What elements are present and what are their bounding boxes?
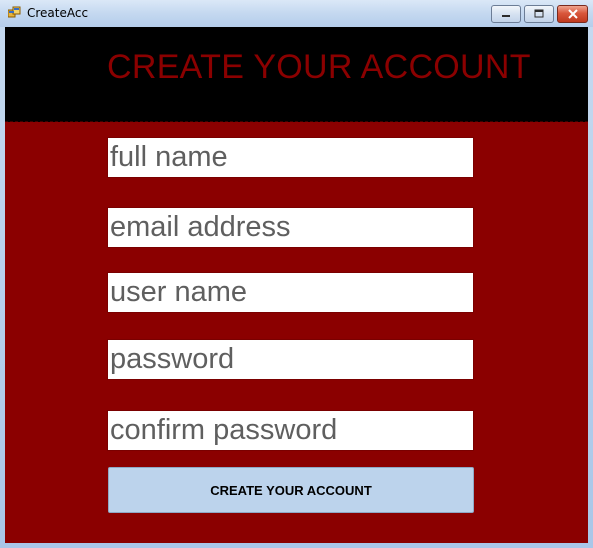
full-name-input[interactable] — [107, 137, 474, 178]
close-icon — [567, 9, 578, 19]
user-name-input[interactable] — [107, 272, 474, 313]
close-button[interactable] — [557, 5, 588, 23]
page-title: CREATE YOUR ACCOUNT — [107, 48, 531, 86]
window-bottom-border — [0, 543, 593, 548]
password-input[interactable] — [107, 339, 474, 380]
minimize-button[interactable] — [491, 5, 521, 23]
minimize-icon — [502, 15, 510, 17]
maximize-icon — [534, 9, 544, 18]
form-area: CREATE YOUR ACCOUNT CREATE YOUR ACCOUNT — [5, 27, 588, 543]
email-address-input[interactable] — [107, 207, 474, 248]
title-bar[interactable]: CreateAcc — [0, 0, 593, 27]
create-account-button[interactable]: CREATE YOUR ACCOUNT — [108, 467, 474, 513]
header-band: CREATE YOUR ACCOUNT — [5, 27, 588, 122]
app-icon — [8, 6, 21, 18]
window-title: CreateAcc — [27, 6, 89, 20]
create-account-window: CreateAcc CREATE YOUR ACCOUNT CREATE — [0, 0, 593, 548]
maximize-button[interactable] — [524, 5, 554, 23]
confirm-password-input[interactable] — [107, 410, 474, 451]
